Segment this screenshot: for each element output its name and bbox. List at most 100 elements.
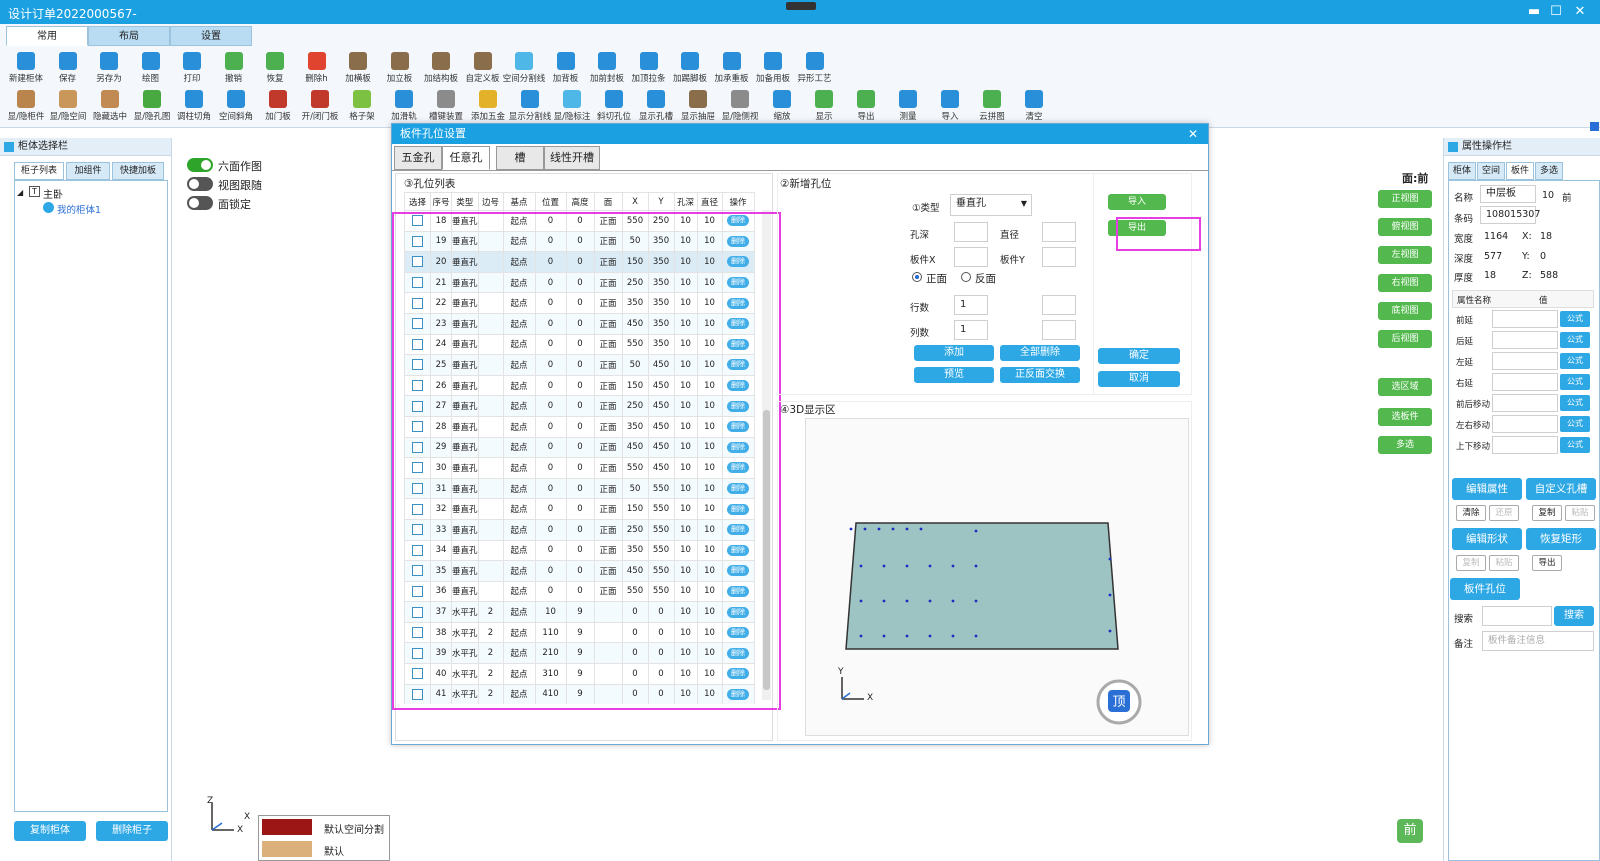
material-swatch[interactable] xyxy=(262,819,312,835)
search-button[interactable]: 搜索 xyxy=(1554,606,1594,626)
tab-slot[interactable]: 槽 xyxy=(496,146,544,170)
copy-cabinet-button[interactable]: 复制柜体 xyxy=(14,821,86,841)
view-button[interactable]: 后视图 xyxy=(1378,330,1432,348)
back-radio[interactable] xyxy=(961,272,971,282)
copy-shape-button[interactable]: 复制 xyxy=(1456,555,1486,571)
attr-value-input[interactable] xyxy=(1492,415,1558,433)
toolbar-button[interactable]: 删除h xyxy=(295,52,339,84)
toolbar-button[interactable]: 导入 xyxy=(928,90,972,122)
toolbar-button[interactable]: 槽键装置 xyxy=(424,90,468,122)
toolbar-button[interactable]: 测量 xyxy=(886,90,930,122)
six-face-toggle[interactable] xyxy=(187,158,213,172)
toolbar-button[interactable]: 显/隐空间 xyxy=(46,90,90,122)
view-button[interactable]: 俯视图 xyxy=(1378,218,1432,236)
attr-value-input[interactable] xyxy=(1492,331,1558,349)
tab-add-component[interactable]: 加组件 xyxy=(66,162,110,180)
top-view-badge[interactable]: 顶 xyxy=(1111,691,1127,710)
drag-handle[interactable] xyxy=(786,2,816,10)
formula-button[interactable]: 公式 xyxy=(1560,395,1590,411)
tab-cabinet[interactable]: 柜体 xyxy=(1448,162,1476,180)
diameter-input[interactable] xyxy=(1042,222,1076,242)
export-shape-button[interactable]: 导出 xyxy=(1532,555,1562,571)
maximize-button[interactable]: ☐ xyxy=(1547,3,1565,21)
board-x-input[interactable] xyxy=(954,247,988,267)
toolbar-button[interactable]: 斜切孔位 xyxy=(592,90,636,122)
toolbar-button[interactable]: 保存 xyxy=(46,52,90,84)
toolbar-button[interactable]: 空间斜角 xyxy=(214,90,258,122)
import-button[interactable]: 导入 xyxy=(1108,194,1166,210)
tab-layout[interactable]: 布局 xyxy=(88,26,170,46)
toolbar-button[interactable]: 空间分割线 xyxy=(502,52,546,84)
view-button[interactable]: 右视图 xyxy=(1378,274,1432,292)
toolbar-button[interactable]: 显示 xyxy=(802,90,846,122)
grid-icon[interactable] xyxy=(1590,122,1599,131)
minimize-button[interactable]: ▬ xyxy=(1525,3,1543,21)
tab-board[interactable]: 板件 xyxy=(1506,162,1534,180)
toolbar-button[interactable]: 加顶拉条 xyxy=(627,52,671,84)
tab-hardware-holes[interactable]: 五金孔 xyxy=(394,146,442,170)
delete-cabinet-button[interactable]: 删除柜子 xyxy=(96,821,168,841)
dialog-close-button[interactable]: ✕ xyxy=(1188,124,1198,144)
toolbar-button[interactable]: 调柱切角 xyxy=(172,90,216,122)
attr-value-input[interactable] xyxy=(1492,436,1558,454)
attr-value-input[interactable] xyxy=(1492,394,1558,412)
toolbar-button[interactable]: 显示抽屉 xyxy=(676,90,720,122)
toolbar-button[interactable]: 加结构板 xyxy=(419,52,463,84)
formula-button[interactable]: 公式 xyxy=(1560,437,1590,453)
board-hole-button[interactable]: 板件孔位 xyxy=(1450,578,1520,600)
tab-common[interactable]: 常用 xyxy=(6,26,88,46)
formula-button[interactable]: 公式 xyxy=(1560,374,1590,390)
add-hole-button[interactable]: 添加 xyxy=(914,345,994,361)
edit-shape-button[interactable]: 编辑形状 xyxy=(1452,528,1522,550)
copy-button[interactable]: 复制 xyxy=(1532,505,1562,521)
toolbar-button[interactable]: 格子架 xyxy=(340,90,384,122)
code-input[interactable]: 108015307 xyxy=(1480,206,1540,224)
toolbar-button[interactable]: 显/隐标注 xyxy=(550,90,594,122)
toolbar-button[interactable]: 加横板 xyxy=(336,52,380,84)
toolbar-button[interactable]: 绘图 xyxy=(129,52,173,84)
view-button[interactable]: 底视图 xyxy=(1378,302,1432,320)
view-button[interactable]: 多选 xyxy=(1378,436,1432,454)
tab-cabinet-list[interactable]: 柜子列表 xyxy=(14,162,64,180)
rows-extra-input[interactable] xyxy=(1042,295,1076,315)
preview-button[interactable]: 预览 xyxy=(914,367,994,383)
toolbar-button[interactable]: 新建柜体 xyxy=(4,52,48,84)
toolbar-button[interactable]: 加承重板 xyxy=(710,52,754,84)
edit-attr-button[interactable]: 编辑属性 xyxy=(1452,478,1522,500)
formula-button[interactable]: 公式 xyxy=(1560,353,1590,369)
toolbar-button[interactable]: 显示孔槽 xyxy=(634,90,678,122)
tree-root[interactable]: 主卧 xyxy=(43,186,63,201)
toolbar-button[interactable]: 加踢脚板 xyxy=(668,52,712,84)
toolbar-button[interactable]: 加前封板 xyxy=(585,52,629,84)
material-swatch[interactable] xyxy=(262,841,312,857)
front-radio[interactable] xyxy=(912,272,922,282)
view-button[interactable]: 正视图 xyxy=(1378,190,1432,208)
tree-item-cabinet[interactable]: 我的柜体1 xyxy=(57,202,101,216)
toolbar-button[interactable]: 显/隐孔图 xyxy=(130,90,174,122)
attr-value-input[interactable] xyxy=(1492,373,1558,391)
toolbar-button[interactable]: 缩放 xyxy=(760,90,804,122)
formula-button[interactable]: 公式 xyxy=(1560,416,1590,432)
swap-face-button[interactable]: 正反面交换 xyxy=(1000,367,1080,383)
view-button[interactable]: 左视图 xyxy=(1378,246,1432,264)
tab-multi[interactable]: 多选 xyxy=(1535,162,1563,180)
toolbar-button[interactable]: 异形工艺 xyxy=(793,52,837,84)
search-input[interactable] xyxy=(1482,606,1552,626)
toolbar-button[interactable]: 另存为 xyxy=(87,52,131,84)
formula-button[interactable]: 公式 xyxy=(1560,311,1590,327)
toolbar-button[interactable]: 开/闭门板 xyxy=(298,90,342,122)
close-window-button[interactable]: ✕ xyxy=(1571,3,1589,21)
cols-extra-input[interactable] xyxy=(1042,320,1076,340)
face-lock-toggle[interactable] xyxy=(187,196,213,210)
tab-any-hole[interactable]: 任意孔 xyxy=(442,146,490,170)
toolbar-button[interactable]: 显/隐侧视 xyxy=(718,90,762,122)
delete-all-button[interactable]: 全部删除 xyxy=(1000,345,1080,361)
view-button[interactable]: 选板件 xyxy=(1378,408,1432,426)
note-input[interactable]: 板件备注信息 xyxy=(1482,631,1594,651)
custom-slot-button[interactable]: 自定义孔槽 xyxy=(1526,478,1596,500)
tab-quick-add-board[interactable]: 快捷加板 xyxy=(112,162,164,180)
toolbar-button[interactable]: 加备用板 xyxy=(751,52,795,84)
restore-button[interactable]: 还原 xyxy=(1489,505,1519,521)
paste-button[interactable]: 粘贴 xyxy=(1565,505,1595,521)
toolbar-button[interactable]: 加立板 xyxy=(378,52,422,84)
